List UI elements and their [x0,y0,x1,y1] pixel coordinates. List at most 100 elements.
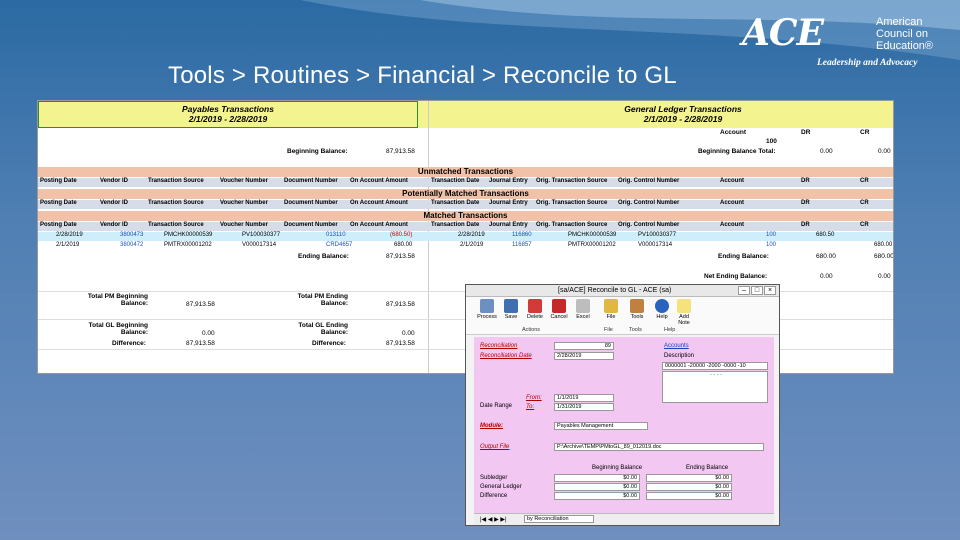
accounts-label[interactable]: Accounts [664,343,689,349]
dr-header: DR [801,129,811,136]
beginning-balance-total-cr: 0.00 [878,148,891,155]
help-icon [655,299,669,313]
description-label: Description [664,353,695,359]
process-icon [480,299,494,313]
maximize-icon[interactable]: □ [751,286,763,295]
gl-ending-label: Ending Balance: [718,253,769,260]
pm-end-value: 87,913.58 [386,301,415,308]
net-ending-dr: 0.00 [820,273,833,280]
accounts-list[interactable]: - - - - [662,371,768,403]
help-button[interactable]: Help [651,299,673,320]
excel-icon [576,299,590,313]
ace-logo: ACE American Council on Education® Leade… [742,12,952,72]
tools-icon [630,299,644,313]
difference-label: Difference [480,493,508,499]
to-date-field[interactable]: 1/31/2019 [554,403,614,411]
diff-value-left: 87,913.58 [186,340,215,347]
reconciliation-date-label: Reconciliation Date [480,353,532,359]
window-title: [sa/ACE] Reconcile to GL - ACE (sa) [558,287,672,294]
reconciliation-label: Reconciliation [480,343,518,349]
status-bar: |◀ ◀ ▶ ▶| by Reconciliation [474,513,774,525]
accounts-list-row[interactable]: 0000001 -20000 -2000 -0000 -10 [662,362,768,370]
beginning-balance-label: Beginning Balance: [287,148,348,155]
pm-begin-label: Total PM Beginning Balance: [87,293,148,307]
ending-balance-label: Ending Balance: [298,253,349,260]
table-row[interactable]: 2/28/2019 3800473 PMCHK00000539 PV100030… [38,232,893,241]
group-help: Help [664,327,676,333]
section-potential: Potentially Matched Transactions [38,189,893,199]
note-icon [677,299,691,313]
ribbon-toolbar: Process Save Delete Cancel Excel File To… [466,297,779,335]
gl-ending-dr: 680.00 [816,253,836,260]
close-icon[interactable]: × [764,286,776,295]
net-ending-cr: 0.00 [878,273,891,280]
gl-begin-label: Total GL Beginning Balance: [88,322,148,336]
gl-begin-value: 0.00 [202,330,215,337]
logo-tagline: Leadership and Advocacy [817,58,918,68]
diff-label-left: Difference: [112,340,146,347]
record-nav-icons[interactable]: |◀ ◀ ▶ ▶| [480,516,507,523]
file-button[interactable]: File [600,299,622,320]
beginning-balance-total-label: Beginning Balance Total: [698,148,776,155]
reconciliation-date-field[interactable]: 2/28/2019 [554,352,614,360]
beginning-balance-header: Beginning Balance [592,465,643,471]
general-ledger-end: $0.00 [646,483,732,491]
selected-cell[interactable] [38,101,418,128]
process-button[interactable]: Process [476,299,498,320]
gl-end-value: 0.00 [402,330,415,337]
sort-select[interactable]: by Reconciliation [524,515,594,523]
to-label: To: [526,404,535,410]
date-range-label: Date Range [480,403,513,409]
window-titlebar: [sa/ACE] Reconcile to GL - ACE (sa) – □ … [466,285,779,297]
slide-title: Tools > Routines > Financial > Reconcile… [168,62,677,89]
account-value: 100 [766,138,777,145]
gl-end-label: Total GL Ending Balance: [298,322,348,336]
reconcile-to-gl-window: [sa/ACE] Reconcile to GL - ACE (sa) – □ … [465,284,780,526]
beginning-balance-value: 87,913.58 [386,148,415,155]
from-label: From: [526,395,542,401]
header-row-unmatched: Posting Date Vendor ID Transaction Source V… [38,178,893,187]
beginning-balance-total-dr: 0.00 [820,148,833,155]
output-file-field[interactable]: P:\Archive\TEMP\PMtoGL_89_012019.doc [554,443,764,451]
reconciliation-field[interactable]: 89 [554,342,614,350]
add-note-button[interactable]: Add Note [673,299,695,326]
subledger-begin: $0.00 [554,474,640,482]
general-ledger-begin: $0.00 [554,483,640,491]
group-tools: Tools [629,327,642,333]
ending-balance-value: 87,913.58 [386,253,415,260]
table-row[interactable]: 2/1/2019 3800472 PMTRX00001202 V00001731… [38,242,893,251]
logo-mark: ACE [742,12,824,54]
module-select[interactable]: Payables Management [554,422,648,430]
subledger-label: Subledger [480,475,508,481]
section-matched: Matched Transactions [38,211,893,221]
group-file: File [604,327,613,333]
pm-end-label: Total PM Ending Balance: [297,293,348,307]
delete-button[interactable]: Delete [524,299,546,320]
cr-header: CR [860,129,870,136]
save-button[interactable]: Save [500,299,522,320]
general-ledger-label: General Ledger [480,484,522,490]
net-ending-label: Net Ending Balance: [704,273,768,280]
delete-icon [528,299,542,313]
logo-name: American Council on Education® [876,16,934,52]
save-icon [504,299,518,313]
group-actions: Actions [522,327,541,333]
section-unmatched: Unmatched Transactions [38,167,893,177]
dialog-body: Reconciliation 89 Reconciliation Date 2/… [474,337,774,515]
cancel-icon [552,299,566,313]
tools-button[interactable]: Tools [626,299,648,320]
from-date-field[interactable]: 1/1/2019 [554,394,614,402]
gl-title: General Ledger Transactions 2/1/2019 - 2/… [624,104,742,124]
difference-begin: $0.00 [554,492,640,500]
excel-button[interactable]: Excel [572,299,594,320]
subledger-end: $0.00 [646,474,732,482]
diff-value-right: 87,913.58 [386,340,415,347]
cancel-button[interactable]: Cancel [548,299,570,320]
module-label: Module: [480,423,503,429]
output-file-label: Output File [480,444,510,450]
minimize-icon[interactable]: – [738,286,750,295]
header-row-potential: Posting Date Vendor ID Transaction Source V… [38,200,893,209]
difference-end: $0.00 [646,492,732,500]
diff-label-right: Difference: [312,340,346,347]
gl-ending-cr: 680.00 [874,253,894,260]
